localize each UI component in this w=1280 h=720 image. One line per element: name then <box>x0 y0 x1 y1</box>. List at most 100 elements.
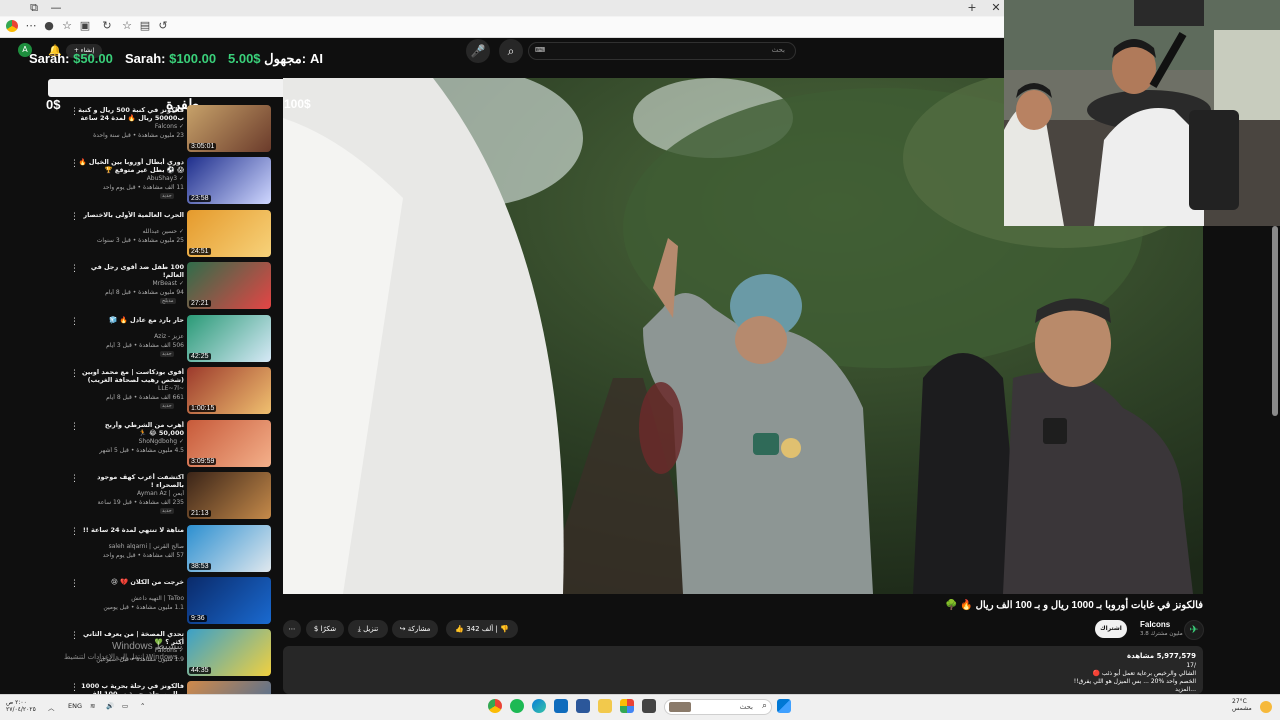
favorite-icon[interactable]: ☆ <box>120 19 134 33</box>
video-thumbnail[interactable]: 42:25 <box>187 315 271 362</box>
activation-watermark-subtitle: انتقل إلى الإعدادات لتنشيط Windows. <box>64 653 180 661</box>
channel-name[interactable]: Falcons <box>1140 620 1170 629</box>
list-item[interactable]: 3:09:59 ⋮ أهرب من الشرطي وأربح 50,000 😂 … <box>56 417 278 469</box>
terminal-taskbar-icon[interactable] <box>642 699 656 713</box>
taskbar-search-placeholder: بحث <box>739 703 753 711</box>
video-title[interactable]: فالكونز في رحلة بحرية ب 1000 ريال ورحلة … <box>78 682 184 694</box>
video-thumbnail[interactable]: 21:13 <box>187 472 271 519</box>
channel-name[interactable]: Falcons ✓ <box>78 123 184 130</box>
chevron-up-icon[interactable]: ︿ <box>48 702 55 712</box>
channel-name[interactable]: LLE~7l~ <box>78 385 184 392</box>
copilot-taskbar-icon[interactable] <box>620 699 634 713</box>
list-item[interactable]: 9:36 ⋮ خرجت من الكلان 💔 😢 التهيه داعش | … <box>56 574 278 626</box>
page-scrollbar[interactable] <box>1272 226 1278 416</box>
channel-name[interactable]: Ayman Az | أيمن <box>78 490 184 497</box>
video-thumbnail[interactable]: 27:21 <box>187 262 271 309</box>
subscriber-count: 3.8 مليون مشترك <box>1140 631 1183 637</box>
video-title[interactable]: الحرب العالمية الأولى بالاختصار <box>78 211 184 227</box>
video-title[interactable]: اكتشفت أعرب كهف موجود بالصحراء ! <box>78 473 184 489</box>
list-item[interactable]: 27:21 ⋮ 100 طفل ضد أقوى رجل في العالم! M… <box>56 259 278 311</box>
restore-window-icon[interactable]: ⧉ <box>22 1 46 15</box>
channel-name[interactable]: حسين عبدالله ✓ <box>78 228 184 235</box>
spotify-taskbar-icon[interactable] <box>510 699 524 713</box>
list-item[interactable]: ⋮ فالكونز في رحلة بحرية ب 1000 ريال ورحل… <box>56 678 278 694</box>
show-more-link[interactable]: ...المزيد <box>900 686 1196 693</box>
store-taskbar-icon[interactable] <box>576 699 590 713</box>
video-title[interactable]: دوري أبطال أوروبا بين الخيال 🔥 😱 ⚽ بطل غ… <box>78 158 184 174</box>
duration-badge: 24:51 <box>189 248 211 255</box>
battery-icon[interactable]: ▭ <box>122 702 128 710</box>
profile-icon[interactable]: ● <box>42 19 56 33</box>
language-indicator[interactable]: ENG <box>68 702 82 710</box>
browser-logo-icon[interactable] <box>6 20 18 32</box>
video-thumbnail[interactable]: 23:58 <box>187 157 271 204</box>
new-tab-icon[interactable]: + <box>960 1 984 14</box>
thanks-button[interactable]: $ شكرًا <box>306 620 344 638</box>
voice-search-icon[interactable]: 🎤 <box>466 39 490 63</box>
channel-name[interactable]: MrBeast ✓ <box>78 280 184 287</box>
donation-amount: $50.00 <box>73 51 113 66</box>
video-thumbnail[interactable]: 24:51 <box>187 210 271 257</box>
subscribe-button[interactable]: اشتراك <box>1095 620 1127 638</box>
video-title[interactable]: خرجت من الكلان 💔 😢 <box>78 578 184 594</box>
video-title[interactable]: حار بارد مع عادل 🔥 🧊 <box>78 316 184 332</box>
duration-badge: 44:35 <box>189 667 211 674</box>
folder-taskbar-icon[interactable] <box>598 699 612 713</box>
menu-dots-icon[interactable]: ⋯ <box>24 19 38 33</box>
minimize-window-icon[interactable]: — <box>44 1 68 14</box>
channel-name[interactable]: saleh alqarni | صالح القرني <box>78 543 184 550</box>
list-item[interactable]: 38:53 ⋮ متاهة لا تنتهي لمدة 24 ساعة !! s… <box>56 522 278 574</box>
webcam-overlay <box>1004 0 1280 226</box>
list-item[interactable]: 1:00:15 ⋮ أقوى بودكاست | مع محمد اوبين (… <box>56 364 278 416</box>
more-actions-button[interactable]: ⋯ <box>283 620 301 638</box>
browser-tab-bar <box>0 0 1004 16</box>
keyboard-icon[interactable]: ⌨ <box>535 46 545 54</box>
video-thumbnail[interactable]: 9:36 <box>187 577 271 624</box>
video-thumbnail[interactable]: 3:09:59 <box>187 420 271 467</box>
video-thumbnail[interactable]: 44:35 <box>187 629 271 676</box>
reload-icon[interactable]: ↻ <box>100 19 114 33</box>
search-button-icon[interactable]: ⌕ <box>499 39 523 63</box>
weather-widget[interactable]: 27°C مشمس <box>1232 698 1252 712</box>
channel-name[interactable]: ShoNgdbohg ✓ <box>78 438 184 445</box>
volume-icon[interactable]: 🔊 <box>106 702 114 710</box>
video-thumbnail[interactable] <box>187 681 271 694</box>
thanks-label: شكرًا <box>320 625 337 633</box>
like-button[interactable]: 👍 342 ألف <box>455 625 493 633</box>
channel-name[interactable]: Aziz - عزيز <box>78 333 184 340</box>
list-item[interactable]: 42:25 ⋮ حار بارد مع عادل 🔥 🧊 Aziz - عزيز… <box>56 312 278 364</box>
video-title[interactable]: فالكونز في كنبة 500 ريال و كنبة ب50000 ر… <box>78 106 184 122</box>
video-title[interactable]: متاهة لا تنتهي لمدة 24 ساعة !! <box>78 526 184 542</box>
taskbar-search-input[interactable]: بحث ⌕ <box>664 699 772 715</box>
list-item[interactable]: 24:51 ⋮ الحرب العالمية الأولى بالاختصار … <box>56 207 278 259</box>
windows-start-icon[interactable] <box>777 699 791 713</box>
reading-icon[interactable]: ▤ <box>138 19 152 33</box>
video-thumbnail[interactable]: 3:05:01 <box>187 105 271 152</box>
list-item[interactable]: 23:58 ⋮ دوري أبطال أوروبا بين الخيال 🔥 😱… <box>56 154 278 206</box>
channel-name[interactable]: التهيه داعش | TaToo <box>78 595 184 602</box>
share-button[interactable]: ↪ مشاركة <box>392 620 438 638</box>
up-arrow-icon[interactable]: ⌃ <box>140 702 145 710</box>
video-thumbnail[interactable]: 1:00:15 <box>187 367 271 414</box>
list-item[interactable]: 44:35 ⋮ تحدي المصخة | من يعرف الثاني أكث… <box>56 626 278 678</box>
collections-icon[interactable]: ▣ <box>78 19 92 33</box>
list-item[interactable]: 21:13 ⋮ اكتشفت أعرب كهف موجود بالصحراء !… <box>56 469 278 521</box>
edge-taskbar-icon[interactable] <box>532 699 546 713</box>
outlook-taskbar-icon[interactable] <box>554 699 568 713</box>
channel-name[interactable]: AbuShay3 ✓ <box>78 175 184 182</box>
dislike-button[interactable]: | 👎 <box>495 625 508 633</box>
video-title[interactable]: 100 طفل ضد أقوى رجل في العالم! <box>78 263 184 279</box>
new-badge: جديد <box>160 403 174 409</box>
star-icon[interactable]: ☆ <box>60 19 74 33</box>
chrome-taskbar-icon[interactable] <box>488 699 502 713</box>
download-button[interactable]: ⤓ تنزيل <box>348 620 388 638</box>
channel-avatar[interactable]: ✈ <box>1184 620 1204 640</box>
video-title[interactable]: أهرب من الشرطي وأربح 50,000 😂 🏃 <box>78 421 184 437</box>
list-item[interactable]: 3:05:01 ⋮ فالكونز في كنبة 500 ريال و كنب… <box>56 102 278 154</box>
wifi-icon[interactable]: ≋ <box>90 702 95 710</box>
video-title[interactable]: أقوى بودكاست | مع محمد اوبين (شخص رهيب ل… <box>78 368 184 384</box>
forward-icon[interactable]: ↺ <box>156 19 170 33</box>
search-input[interactable]: بحث ⌨ <box>528 42 796 60</box>
clock[interactable]: ٢:٠٠ ص ٢٧/٠٤/٢٠٢٥ <box>6 699 36 713</box>
video-thumbnail[interactable]: 38:53 <box>187 525 271 572</box>
